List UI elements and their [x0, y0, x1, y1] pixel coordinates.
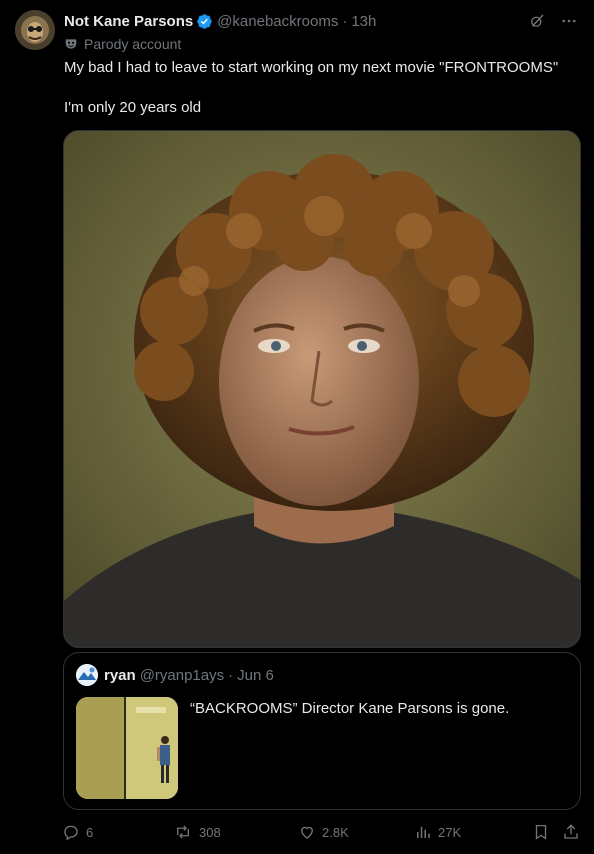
quoted-author-name[interactable]: ryan [104, 667, 136, 684]
parody-label-text: Parody account [84, 36, 182, 52]
quoted-tweet-text: “BACKROOMS” Director Kane Parsons is gon… [190, 700, 510, 717]
like-count: 2.8K [322, 824, 349, 840]
tweet-header: Not Kane Parsons @kanebackrooms · 13h [64, 10, 578, 32]
tweet-photo[interactable] [63, 130, 581, 648]
author-handle[interactable]: @kanebackrooms [217, 13, 338, 30]
repost-icon [177, 825, 189, 839]
parody-label: Parody account [64, 34, 181, 54]
more-options-icon[interactable] [560, 12, 578, 30]
portrait-image [64, 131, 580, 647]
backrooms-image [76, 697, 178, 799]
reply-button[interactable]: 6 [62, 818, 93, 846]
quoted-author-handle[interactable]: @ryanp1ays [140, 667, 224, 684]
parody-mask-icon [65, 39, 77, 49]
repost-button[interactable]: 308 [173, 818, 221, 846]
bookmark-icon [535, 824, 547, 840]
quoted-avatar-image [76, 664, 98, 686]
views-icon [417, 826, 430, 838]
avatar-image [15, 10, 55, 50]
views-button[interactable]: 27K [414, 818, 461, 846]
author-avatar[interactable] [15, 10, 55, 50]
like-icon [301, 826, 313, 839]
share-button[interactable] [562, 818, 586, 846]
verified-badge-icon[interactable] [196, 13, 213, 30]
bookmark-button[interactable] [532, 818, 556, 846]
like-button[interactable]: 2.8K [298, 818, 349, 846]
tweet-actions: 6 308 2.8K 27K [62, 818, 584, 846]
tweet-text-line-1: My bad I had to leave to start working o… [64, 59, 559, 76]
reply-count: 6 [86, 824, 94, 840]
grok-icon[interactable] [528, 12, 546, 30]
tweet-text: My bad I had to leave to start working o… [64, 58, 578, 118]
quoted-timestamp[interactable]: Jun 6 [237, 667, 274, 684]
quoted-tweet[interactable]: ryan @ryanp1ays · Jun 6 “BACKROOMS” Dire… [63, 652, 581, 810]
header-actions [528, 10, 578, 32]
separator-dot: · [228, 666, 234, 684]
share-icon [564, 824, 578, 839]
tweet-timestamp[interactable]: 13h [351, 13, 376, 30]
repost-count: 308 [199, 824, 221, 840]
tweet[interactable]: Not Kane Parsons @kanebackrooms · 13h Pa… [0, 0, 594, 854]
reply-icon [64, 825, 78, 841]
quoted-author-avatar[interactable] [76, 664, 98, 686]
quoted-tweet-header: ryan @ryanp1ays · Jun 6 [76, 664, 274, 686]
views-count: 27K [438, 824, 462, 840]
separator-dot: · [342, 12, 348, 30]
tweet-text-line-2: I'm only 20 years old [64, 99, 202, 116]
author-name[interactable]: Not Kane Parsons [64, 13, 193, 30]
quoted-media-thumbnail[interactable] [76, 697, 178, 799]
